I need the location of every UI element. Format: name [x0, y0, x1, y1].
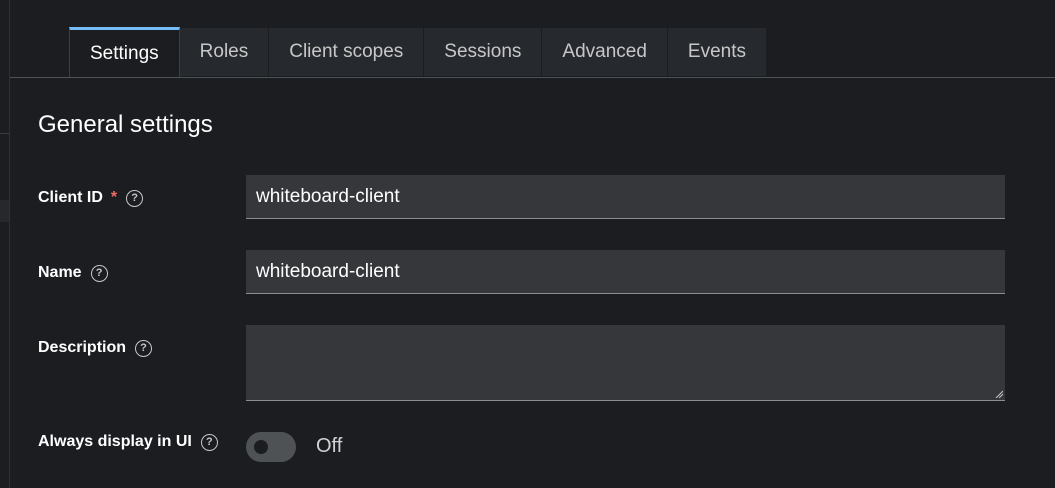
- name-label: Name: [38, 264, 82, 281]
- tab-list: Settings Roles Client scopes Sessions Ad…: [69, 27, 768, 77]
- always-display-toggle[interactable]: [246, 432, 296, 462]
- tab-advanced[interactable]: Advanced: [542, 28, 668, 76]
- always-display-label-group: Always display in UI ?: [38, 433, 218, 451]
- help-icon[interactable]: ?: [200, 433, 218, 451]
- help-icon[interactable]: ?: [126, 189, 144, 207]
- description-textarea[interactable]: [246, 325, 1005, 401]
- nav-divider: [0, 133, 9, 134]
- resize-handle-icon[interactable]: [995, 390, 1003, 398]
- tab-events[interactable]: Events: [667, 28, 768, 76]
- description-label: Description: [38, 339, 127, 356]
- client-id-input[interactable]: [246, 175, 1005, 219]
- name-input[interactable]: [246, 250, 1005, 294]
- required-marker: *: [110, 189, 118, 206]
- nav-item-edge: [0, 200, 9, 222]
- app-root: Settings Roles Client scopes Sessions Ad…: [0, 0, 1055, 488]
- name-label-group: Name ?: [38, 264, 108, 282]
- help-icon[interactable]: ?: [90, 264, 108, 282]
- always-display-label: Always display in UI: [38, 433, 192, 450]
- tab-roles[interactable]: Roles: [179, 28, 270, 76]
- toggle-knob: [254, 440, 268, 454]
- client-id-label-group: Client ID * ?: [38, 189, 144, 207]
- toggle-state-label: Off: [316, 435, 343, 457]
- tab-sessions[interactable]: Sessions: [424, 28, 543, 76]
- tab-settings[interactable]: Settings: [69, 27, 180, 77]
- tab-client-scopes[interactable]: Client scopes: [269, 28, 425, 76]
- settings-panel: General settings Client ID * ? Name ? De…: [10, 78, 1055, 488]
- section-title: General settings: [38, 111, 213, 138]
- client-id-label: Client ID: [38, 189, 103, 206]
- left-nav-edge: [0, 0, 10, 488]
- tab-bar: Settings Roles Client scopes Sessions Ad…: [10, 0, 1055, 78]
- description-label-group: Description ?: [38, 339, 153, 357]
- help-icon[interactable]: ?: [135, 339, 153, 357]
